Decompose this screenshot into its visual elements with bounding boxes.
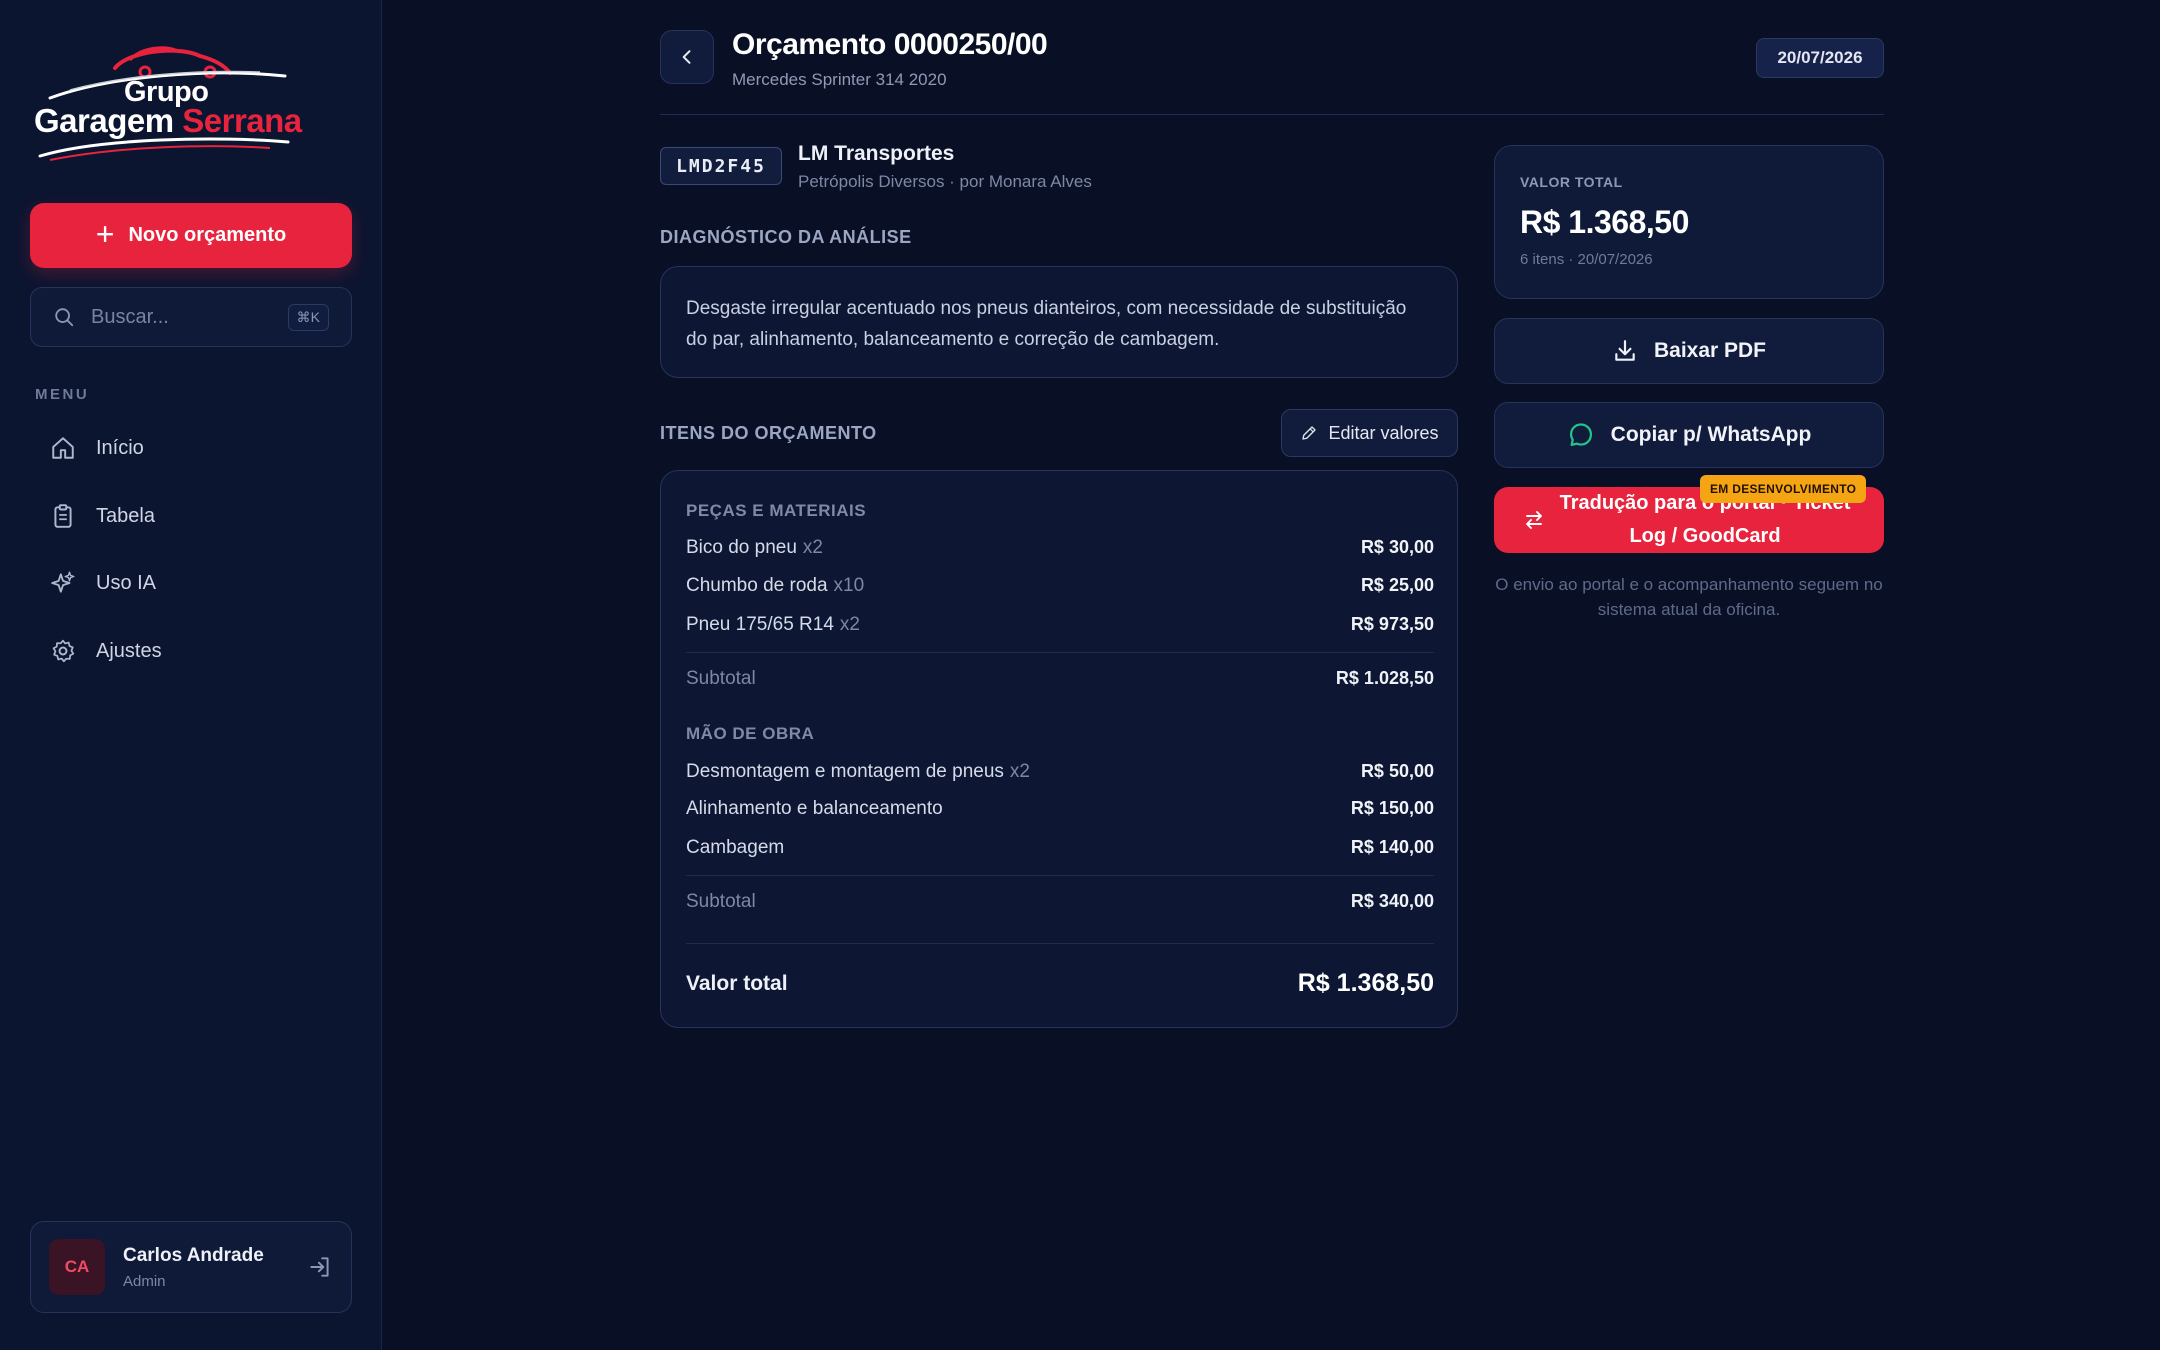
grand-total-row: Valor total R$ 1.368,50 <box>686 969 1434 998</box>
item-name: Alinhamento e balanceamento <box>686 798 943 819</box>
edit-values-button[interactable]: Editar valores <box>1281 409 1458 457</box>
sidebar-item-inicio[interactable]: Início <box>30 420 352 476</box>
list-item: Desmontagem e montagem de pneus x2 R$ 50,… <box>686 761 1434 783</box>
chat-bubble-icon <box>1569 423 1592 447</box>
item-price: R$ 973,50 <box>1350 614 1434 634</box>
item-name: Chumbo de roda <box>686 575 828 596</box>
item-price: R$ 30,00 <box>1360 537 1434 557</box>
list-item: Chumbo de roda x10 R$ 25,00 <box>686 575 1434 597</box>
divider <box>686 943 1434 944</box>
item-qty: x10 <box>833 575 865 596</box>
portal-note: O envio ao portal e o acompanhamento seg… <box>1495 575 1883 619</box>
gear-icon <box>52 639 75 663</box>
list-item: Alinhamento e balanceamento R$ 150,00 <box>686 798 1434 820</box>
items-card: PEÇAS E MATERIAIS Bico do pneu x2 R$ 30,0… <box>660 470 1458 1028</box>
new-quote-button[interactable]: + Novo orçamento <box>30 203 352 268</box>
copy-whatsapp-button[interactable]: Copiar p/ WhatsApp <box>1494 402 1884 468</box>
page-title: Orçamento 0000250/00 <box>732 28 1048 61</box>
brand-name-red: Serrana <box>182 102 302 139</box>
vehicle-subtitle: Mercedes Sprinter 314 2020 <box>732 70 947 89</box>
pencil-icon <box>1302 426 1317 440</box>
item-qty: x2 <box>839 614 860 635</box>
sidebar-item-tabela[interactable]: Tabela <box>30 488 352 544</box>
chevron-left-icon <box>682 50 691 64</box>
summary-meta: 6 itens · 20/07/2026 <box>1520 251 1653 268</box>
sidebar-item-label: Ajustes <box>96 639 162 662</box>
sidebar-item-label: Tabela <box>96 504 155 527</box>
back-button[interactable] <box>660 30 714 84</box>
search-input[interactable]: Buscar... ⌘K <box>30 287 352 347</box>
sidebar-item-label: Uso IA <box>96 571 157 594</box>
download-pdf-label: Baixar PDF <box>1653 339 1767 362</box>
search-placeholder: Buscar... <box>91 305 169 328</box>
search-shortcut-badge: ⌘K <box>287 303 329 331</box>
header-divider <box>660 114 1884 115</box>
divider <box>686 652 1434 653</box>
user-card: CA Carlos Andrade Admin <box>30 1221 352 1313</box>
avatar: CA <box>49 1239 105 1295</box>
total-summary-card: VALOR TOTAL R$ 1.368,50 6 itens · 20/07/… <box>1494 145 1884 299</box>
list-item: Pneu 175/65 R14 x2 R$ 973,50 <box>686 614 1434 636</box>
item-price: R$ 50,00 <box>1360 761 1434 781</box>
item-name: Desmontagem e montagem de pneus <box>686 761 1004 782</box>
item-qty: x2 <box>1009 761 1030 782</box>
sidebar-item-label: Início <box>96 436 144 459</box>
divider <box>686 875 1434 876</box>
subtotal-value: R$ 340,00 <box>1350 891 1434 911</box>
search-icon <box>55 308 74 327</box>
item-name: Cambagem <box>686 837 785 858</box>
user-info: Carlos Andrade Admin <box>123 1245 307 1290</box>
client-detail: Petrópolis Diversos · por Monara Alves <box>798 172 1092 191</box>
grand-total-value: R$ 1.368,50 <box>1297 969 1434 997</box>
grand-total-label: Valor total <box>686 971 788 995</box>
home-icon <box>52 437 74 459</box>
labor-group-title: MÃO DE OBRA <box>686 724 815 743</box>
menu-section-label: MENU <box>35 386 90 403</box>
new-quote-label: Novo orçamento <box>128 224 287 246</box>
sidebar: Grupo Garagem Serrana + Novo orçamento B… <box>0 0 382 1350</box>
items-title: ITENS DO ORÇAMENTO <box>660 423 877 443</box>
item-price: R$ 140,00 <box>1350 837 1434 857</box>
summary-value: R$ 1.368,50 <box>1520 204 1689 240</box>
sparkles-icon <box>51 571 75 593</box>
logout-icon[interactable] <box>307 1254 333 1280</box>
portal-translation-line2: Log / GoodCard <box>1629 525 1781 547</box>
client-name: LM Transportes <box>798 142 955 165</box>
item-name: Bico do pneu <box>686 537 797 558</box>
sidebar-item-uso-ia[interactable]: Uso IA <box>30 555 352 611</box>
user-name: Carlos Andrade <box>123 1244 264 1266</box>
parts-subtotal-row: Subtotal R$ 1.028,50 <box>686 668 1434 690</box>
brand-name-white: Garagem <box>34 102 183 139</box>
download-icon <box>1615 340 1635 361</box>
list-item: Bico do pneu x2 R$ 30,00 <box>686 537 1434 559</box>
item-price: R$ 150,00 <box>1350 798 1434 818</box>
labor-subtotal-row: Subtotal R$ 340,00 <box>686 891 1434 913</box>
copy-whatsapp-label: Copiar p/ WhatsApp <box>1610 423 1812 446</box>
parts-group-title: PEÇAS E MATERIAIS <box>686 501 867 520</box>
summary-label: VALOR TOTAL <box>1520 174 1623 190</box>
brand-logo[interactable]: Grupo Garagem Serrana <box>30 38 302 168</box>
sidebar-item-ajustes[interactable]: Ajustes <box>30 623 352 679</box>
user-role: Admin <box>123 1272 166 1290</box>
in-development-badge: EM DESENVOLVIMENTO <box>1700 475 1867 503</box>
subtotal-label: Subtotal <box>686 891 756 912</box>
download-pdf-button[interactable]: Baixar PDF <box>1494 318 1884 384</box>
plus-icon: + <box>95 216 115 252</box>
subtotal-label: Subtotal <box>686 668 756 689</box>
brand-line2: Garagem Serrana <box>34 102 302 140</box>
item-name: Pneu 175/65 R14 <box>686 614 834 635</box>
date-badge: 20/07/2026 <box>1756 38 1884 78</box>
diagnosis-text: Desgaste irregular acentuado nos pneus d… <box>660 266 1458 378</box>
license-plate: LMD2F45 <box>660 147 782 185</box>
edit-values-label: Editar valores <box>1328 422 1439 443</box>
clipboard-icon <box>54 504 72 528</box>
swap-arrows-icon <box>1526 511 1542 529</box>
list-item: Cambagem R$ 140,00 <box>686 837 1434 859</box>
diagnosis-title: DIAGNÓSTICO DA ANÁLISE <box>660 227 912 247</box>
item-qty: x2 <box>802 537 823 558</box>
subtotal-value: R$ 1.028,50 <box>1335 668 1434 688</box>
item-price: R$ 25,00 <box>1360 575 1434 595</box>
